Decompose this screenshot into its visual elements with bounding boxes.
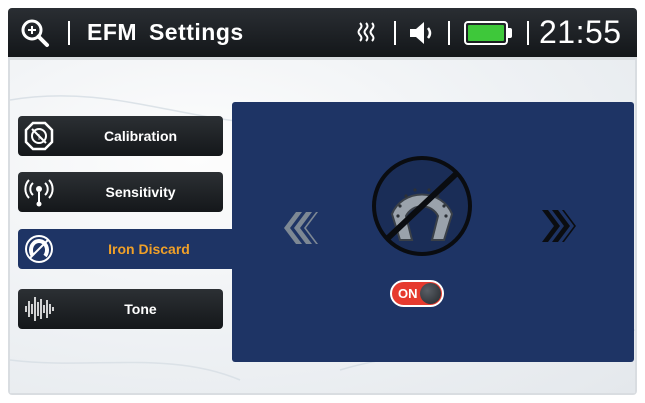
svg-text:i: i	[38, 133, 40, 142]
speaker-icon[interactable]	[408, 20, 436, 46]
battery-tip	[508, 28, 512, 38]
device-screen: EFM Settings 21:55 i Calibration Sensiti…	[8, 8, 637, 395]
header-bar: EFM Settings 21:55	[8, 8, 637, 57]
iron-discard-panel: ON	[232, 102, 634, 362]
toggle-knob	[420, 283, 441, 304]
menu-item-sensitivity[interactable]: Sensitivity	[18, 172, 223, 212]
horseshoe-prohibited-icon	[372, 156, 472, 256]
battery-level	[468, 25, 504, 41]
tone-icon	[25, 297, 54, 321]
menu-item-calibration[interactable]: i Calibration	[18, 116, 223, 156]
menu-item-iron-discard[interactable]: Iron Discard	[18, 229, 240, 269]
sensitivity-icon	[24, 179, 54, 207]
arrow-left-icon[interactable]	[282, 210, 318, 246]
header-divider	[527, 21, 529, 45]
settings-content: i Calibration Sensitivity Iron Discard T…	[10, 60, 635, 393]
search-zoom-icon[interactable]	[20, 18, 50, 48]
battery-icon	[464, 21, 508, 45]
header-divider	[448, 21, 450, 45]
header-divider	[394, 21, 396, 45]
arrow-right-icon[interactable]	[540, 208, 576, 244]
calibration-icon: i	[24, 121, 54, 151]
clock-time: 21:55	[539, 14, 622, 50]
menu-item-tone[interactable]: Tone	[18, 289, 223, 329]
header-divider	[68, 21, 70, 45]
signal-strength-icon	[357, 22, 375, 42]
menu-item-label: Calibration	[103, 128, 178, 144]
toggle-label: ON	[398, 286, 418, 301]
menu-item-label: Tone	[124, 301, 157, 317]
iron-discard-icon	[25, 235, 53, 263]
menu-item-label: Sensitivity	[105, 184, 176, 200]
menu-item-label: Iron Discard	[108, 241, 190, 257]
iron-discard-toggle[interactable]: ON	[390, 280, 444, 307]
page-title: EFM Settings	[87, 19, 244, 45]
